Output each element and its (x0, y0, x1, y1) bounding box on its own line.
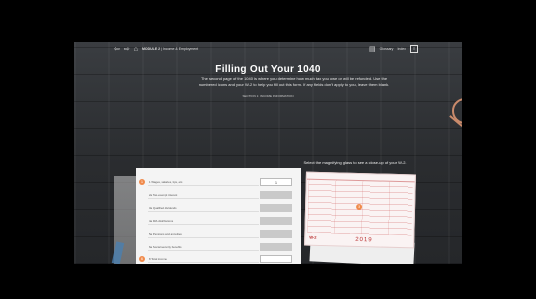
form-row: 5a Pensions and annuities (136, 229, 301, 239)
course-stage: ⇦ ⇨ ⌂ MODULE 2 | Income & Employment ▤ G… (74, 42, 462, 264)
index-button[interactable]: Index (397, 47, 406, 51)
topbar-right: ▤ Glossary Index ≡ (369, 45, 418, 53)
form-row-field[interactable] (260, 255, 292, 263)
section-label: SECTION 1: INCOME INFORMATION (242, 94, 294, 98)
form-row-line (148, 185, 259, 186)
breadcrumb-label: Income & Employment (162, 47, 199, 51)
form-row: 1 1 Wages, salaries, tips, etc. 1 (136, 177, 301, 187)
form-row-field (260, 217, 292, 225)
w2-form[interactable]: W-2 2019 3 (304, 171, 416, 249)
back-arrow-icon[interactable]: ⇦ (114, 46, 120, 53)
form-row-line (148, 250, 259, 251)
form-row: 2a Tax-exempt interest (136, 190, 301, 200)
intro-text: The second page of the 1040 is where you… (198, 76, 390, 87)
w2-year: 2019 (355, 236, 373, 244)
form-row-label: 2a Tax-exempt interest (149, 193, 178, 197)
form-row-field (260, 204, 292, 212)
index-icon[interactable]: ≡ (410, 45, 418, 53)
form-row-label: 1 Wages, salaries, tips, etc. (149, 180, 184, 184)
form-row-field (260, 230, 292, 238)
select-hint: Select the magnifying glass to see a clo… (303, 160, 407, 165)
form-row-field (260, 191, 292, 199)
form-row-line (148, 237, 259, 238)
w2-tag: W-2 (309, 234, 317, 240)
glossary-button[interactable]: Glossary (380, 47, 394, 51)
breadcrumb: MODULE 2 | Income & Employment (141, 47, 199, 51)
glossary-icon[interactable]: ▤ (369, 46, 376, 53)
form-row: 6 8 Total income (136, 254, 301, 264)
form-row-label: 8 Total income (149, 257, 167, 261)
form-row-label: 4a IRA distributions (149, 219, 174, 223)
form-row-line (148, 262, 259, 263)
form-row-label: 3a Qualified dividends (149, 206, 177, 210)
page-title: Filling Out Your 1040 (215, 64, 321, 75)
form-row-line (148, 224, 259, 225)
form-row: 3a Qualified dividends (136, 203, 301, 213)
form-row: 4a IRA distributions (136, 216, 301, 226)
form-row-marker[interactable]: 6 (139, 256, 145, 262)
form-row-line (148, 211, 259, 212)
form-row-label: 6a Social security benefits (149, 245, 182, 249)
form-row-line (148, 198, 259, 199)
form-row-field[interactable]: 1 (260, 178, 292, 186)
form-row-field (260, 243, 292, 251)
module-label: MODULE 2 (141, 47, 161, 51)
form-1040: 1 1 Wages, salaries, tips, etc. 1 2a Tax-ex… (136, 168, 301, 264)
form-row-marker[interactable]: 1 (139, 179, 145, 185)
forward-arrow-icon[interactable]: ⇨ (124, 46, 130, 53)
form-row-label: 5a Pensions and annuities (149, 232, 182, 236)
home-icon[interactable]: ⌂ (134, 46, 138, 53)
form-row: 6a Social security benefits (136, 242, 301, 252)
